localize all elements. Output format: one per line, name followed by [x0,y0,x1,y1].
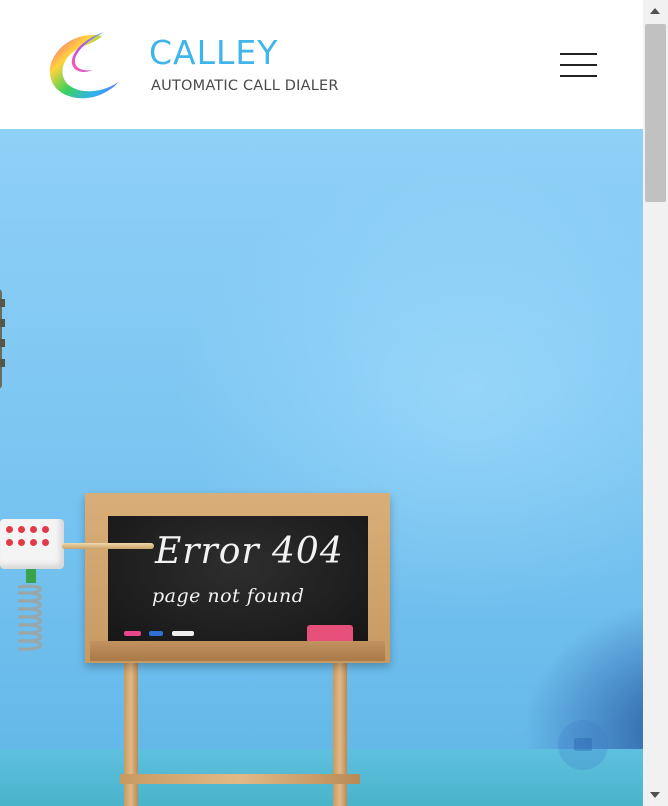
robot-arm [0,519,64,569]
chat-widget-button[interactable] [558,720,608,770]
chalk-white [172,631,194,636]
site-header: CALLEY AUTOMATIC CALL DIALER [0,0,643,129]
brand-tagline: AUTOMATIC CALL DIALER [151,78,339,94]
error-title: Error 404 [155,531,344,572]
scrollbar-thumb[interactable] [645,24,666,202]
brand-name: CALLEY [149,33,279,72]
pointer-stick [62,543,154,549]
scroll-down-arrow-icon [650,792,660,798]
chalk-blue [149,631,163,636]
vertical-scrollbar[interactable] [643,0,668,806]
scroll-down-button[interactable] [643,786,668,806]
chat-icon [574,738,592,751]
page: CALLEY AUTOMATIC CALL DIALER Error 404 p… [0,0,643,806]
logo-link[interactable]: CALLEY AUTOMATIC CALL DIALER [0,0,360,129]
scroll-up-button[interactable] [643,0,668,20]
scroll-up-arrow-icon [650,8,660,14]
spring [17,569,42,651]
calley-logo-icon [49,32,118,99]
menu-button[interactable] [556,48,602,82]
error-hero-image: Error 404 page not found [0,129,643,806]
error-subtitle: page not found [152,585,305,607]
gear-icon [0,289,5,389]
hamburger-menu-icon [560,53,597,55]
chalk-pink [124,631,141,636]
